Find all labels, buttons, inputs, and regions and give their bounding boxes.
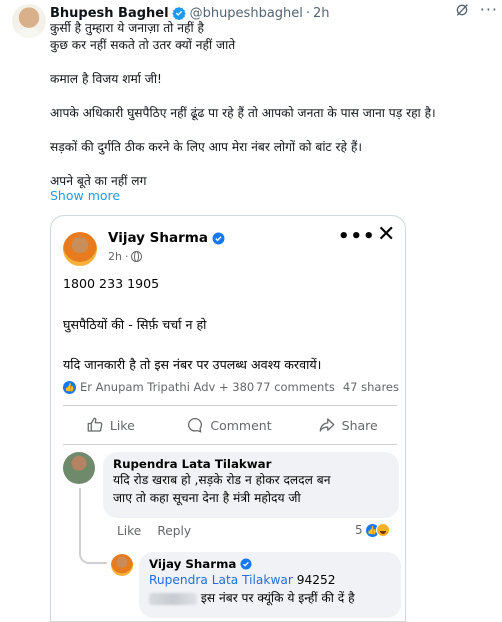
tweet-actions: ··· bbox=[454, 0, 498, 19]
post-time[interactable]: 2h bbox=[108, 250, 122, 263]
time-separator: · bbox=[305, 5, 311, 21]
comment-reply-button[interactable]: Reply bbox=[157, 524, 191, 538]
reactions-text[interactable]: Er Anupam Tripathi Adv + 380 bbox=[80, 380, 254, 394]
reply-bubble: Vijay Sharma Rupendra Lata Tilakwar 9425… bbox=[139, 552, 401, 618]
comment-button[interactable]: Comment bbox=[170, 412, 289, 438]
redacted-number bbox=[149, 592, 197, 605]
mention-link[interactable]: Rupendra Lata Tilakwar bbox=[149, 573, 293, 587]
comment-reactions[interactable]: 5 👍 bbox=[355, 523, 390, 537]
post-author-avatar[interactable] bbox=[63, 232, 97, 266]
post-meta: 2h · bbox=[108, 250, 143, 263]
reply-text: इस नंबर पर क्यूंकि ये इन्हीं की दें है bbox=[197, 591, 355, 605]
reply-number: 94252 bbox=[296, 573, 336, 587]
reactions-bar: 👍 Er Anupam Tripathi Adv + 380 77 commen… bbox=[63, 380, 399, 394]
author-name[interactable]: Bhupesh Baghel bbox=[50, 6, 169, 21]
reply-author-avatar[interactable] bbox=[111, 554, 133, 576]
comments-count[interactable]: 77 comments bbox=[256, 380, 335, 394]
reply-line: इस नंबर पर क्यूंकि ये इन्हीं की दें है bbox=[149, 589, 391, 607]
post-author: Vijay Sharma bbox=[108, 230, 225, 246]
tweet-time[interactable]: 2h bbox=[313, 6, 330, 21]
verified-badge-icon bbox=[212, 232, 225, 244]
divider bbox=[63, 444, 397, 445]
globe-icon bbox=[131, 251, 143, 262]
post-more-icon[interactable]: ••• bbox=[338, 226, 376, 247]
author-handle[interactable]: @bhupeshbaghel bbox=[190, 6, 303, 21]
thumbs-up-icon bbox=[87, 417, 103, 432]
like-label: Like bbox=[109, 417, 135, 433]
tweet-text: कुर्सी है तुम्हारा ये जनाज़ा तो नहीं है … bbox=[50, 20, 496, 190]
comment-icon bbox=[188, 417, 203, 433]
comment-bubble: Rupendra Lata Tilakwar यदि रोड खराब हो ,… bbox=[103, 452, 399, 518]
post-line: यदि जानकारी है तो इस नंबर पर उपलब्ध अवश्… bbox=[63, 357, 322, 372]
show-more-link[interactable]: Show more bbox=[50, 188, 120, 203]
post-line: घुसपैठियों की - सिर्फ़ चर्चा न हो bbox=[63, 317, 207, 332]
haha-reaction-icon bbox=[375, 523, 390, 537]
divider bbox=[63, 405, 397, 406]
tweet-line: सड़कों की दुर्गति ठीक करने के लिए आप मेर… bbox=[50, 140, 362, 154]
grok-icon[interactable] bbox=[454, 2, 470, 18]
reply-thread-line bbox=[79, 488, 107, 564]
like-button[interactable]: Like bbox=[51, 412, 170, 438]
close-icon[interactable]: ✕ bbox=[377, 224, 395, 246]
embedded-post-card[interactable]: Vijay Sharma 2h · ••• ✕ 1800 233 1905 घु… bbox=[50, 215, 406, 622]
comment-like-button[interactable]: Like bbox=[117, 524, 141, 538]
post-author-name[interactable]: Vijay Sharma bbox=[108, 230, 208, 246]
like-reaction-icon: 👍 bbox=[63, 380, 76, 394]
comment-reaction-count: 5 bbox=[355, 523, 363, 537]
share-button[interactable]: Share bbox=[288, 412, 405, 438]
tweet-line: कुर्सी है तुम्हारा ये जनाज़ा तो नहीं है bbox=[50, 21, 204, 35]
reply-line: Rupendra Lata Tilakwar 94252 bbox=[149, 571, 391, 589]
reply-author-name[interactable]: Vijay Sharma bbox=[149, 557, 236, 571]
commenter-avatar[interactable] bbox=[63, 452, 95, 484]
post-actions: Like Comment Share bbox=[51, 412, 405, 438]
tweet-line: आपके अधिकारी घुसपैठिए नहीं ढूंढ पा रहे ह… bbox=[50, 106, 436, 120]
meta-separator: · bbox=[124, 250, 129, 263]
reply-author: Vijay Sharma bbox=[149, 557, 391, 571]
shares-count[interactable]: 47 shares bbox=[343, 380, 399, 394]
post-phone: 1800 233 1905 bbox=[63, 276, 160, 291]
more-icon[interactable]: ··· bbox=[480, 0, 498, 19]
author-avatar[interactable] bbox=[12, 4, 46, 38]
tweet-line: कुछ कर नहीं सकते तो उतर क्यों नहीं जाते bbox=[50, 38, 236, 52]
verified-badge-icon bbox=[240, 558, 252, 570]
comment-line: जाए तो कहा सूचना देना है मंत्री महोदय जी bbox=[113, 491, 301, 505]
share-icon bbox=[319, 418, 335, 432]
comment-actions: Like Reply bbox=[117, 524, 191, 538]
share-label: Share bbox=[341, 417, 378, 433]
comment-label: Comment bbox=[210, 417, 272, 433]
verified-badge-icon bbox=[171, 6, 186, 20]
tweet-line: कमाल है विजय शर्मा जी! bbox=[50, 72, 162, 86]
comment-author[interactable]: Rupendra Lata Tilakwar bbox=[113, 457, 389, 471]
comment-line: यदि रोड खराब हो ,सड़के रोड न होकर दलदल ब… bbox=[113, 473, 331, 487]
